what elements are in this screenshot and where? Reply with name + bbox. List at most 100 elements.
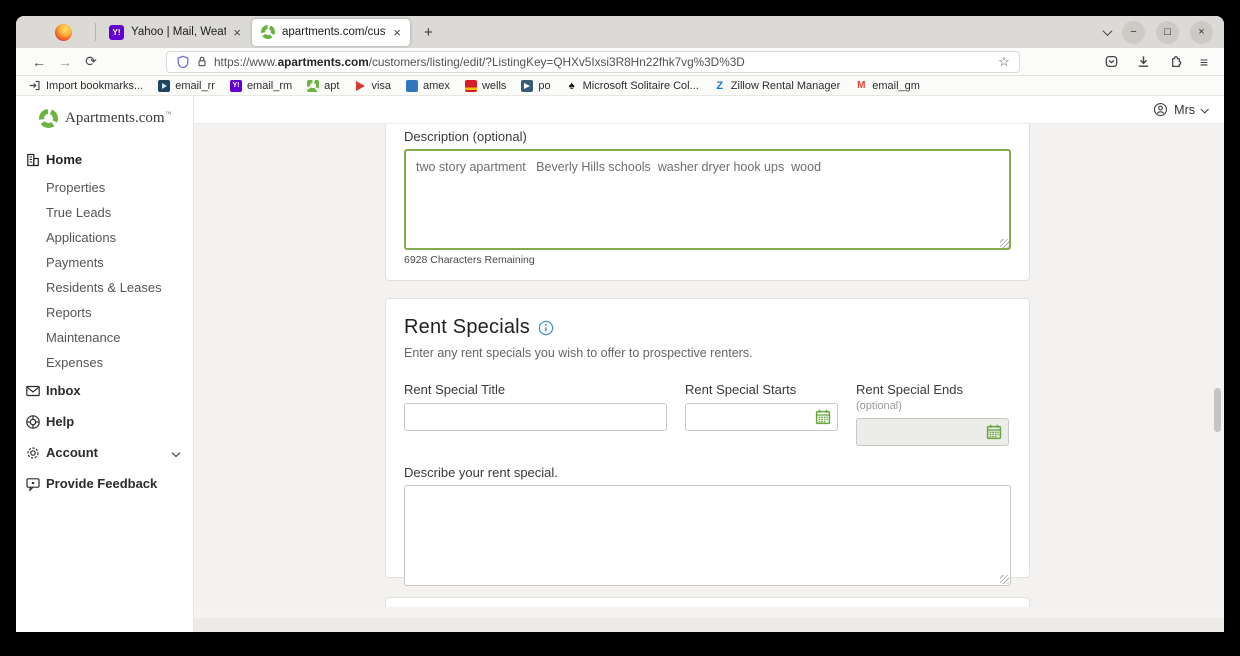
maximize-button[interactable]: ☐ xyxy=(1156,21,1179,44)
vertical-scrollbar[interactable] xyxy=(1214,388,1221,432)
bookmark-email-rr[interactable]: email_rr xyxy=(158,80,215,92)
sidebar-item-provide-feedback[interactable]: Provide Feedback xyxy=(16,468,193,499)
firefox-icon[interactable] xyxy=(55,24,72,41)
apartments-favicon xyxy=(307,80,319,92)
sidebar-item-help[interactable]: Help xyxy=(16,406,193,437)
bookmark-wells[interactable]: wells xyxy=(465,80,506,92)
chevron-down-icon[interactable] xyxy=(172,448,180,456)
sidebar-item-inbox[interactable]: Inbox xyxy=(16,375,193,406)
sidebar-item-applications[interactable]: Applications xyxy=(16,225,193,250)
life-ring-icon xyxy=(25,414,41,430)
bookmarks-bar: Import bookmarks... email_rr Y! email_rm… xyxy=(16,76,1224,96)
rent-special-title-input[interactable] xyxy=(404,403,667,431)
downloads-icon[interactable] xyxy=(1136,54,1151,69)
yahoo-favicon: Y! xyxy=(230,80,242,92)
user-avatar-icon xyxy=(1153,102,1168,117)
description-label: Description (optional) xyxy=(404,129,1011,144)
browser-window: Y! Yahoo | Mail, Weather, Se × apartment… xyxy=(16,16,1224,632)
rent-specials-title: Rent Specials xyxy=(404,316,530,339)
tab-close-icon[interactable]: × xyxy=(233,25,241,40)
wells-favicon xyxy=(465,80,477,92)
resize-handle[interactable] xyxy=(1000,575,1009,584)
page-content: Description (optional) two story apartme… xyxy=(194,124,1224,632)
calendar-icon xyxy=(986,424,1002,440)
characters-remaining: 6928 Characters Remaining xyxy=(404,254,1011,266)
sidebar-item-properties[interactable]: Properties xyxy=(16,175,193,200)
bookmark-zillow[interactable]: Z Zillow Rental Manager xyxy=(714,80,840,92)
amex-favicon xyxy=(406,80,418,92)
extensions-icon[interactable] xyxy=(1168,54,1183,69)
building-icon xyxy=(25,152,41,168)
sidebar-item-account[interactable]: Account xyxy=(16,437,193,468)
app-header: Mrs xyxy=(194,96,1224,124)
gear-icon xyxy=(25,445,41,461)
sidebar-item-true-leads[interactable]: True Leads xyxy=(16,200,193,225)
tab-close-icon[interactable]: × xyxy=(393,25,401,40)
description-textarea[interactable]: two story apartment Beverly Hills school… xyxy=(404,149,1011,250)
description-card: Description (optional) two story apartme… xyxy=(385,124,1030,281)
user-menu-label[interactable]: Mrs xyxy=(1174,103,1195,117)
url-text: https://www.apartments.com/customers/lis… xyxy=(214,55,745,69)
info-icon[interactable] xyxy=(538,320,554,336)
reload-button[interactable]: ⟳ xyxy=(78,53,104,70)
bookmark-apt[interactable]: apt xyxy=(307,80,339,92)
tab-label: apartments.com/customers xyxy=(282,26,386,38)
sidebar-item-maintenance[interactable]: Maintenance xyxy=(16,325,193,350)
solitaire-favicon: ♠ xyxy=(566,80,578,92)
visa-favicon xyxy=(354,80,366,92)
bookmark-email-rm[interactable]: Y! email_rm xyxy=(230,80,292,92)
rent-special-ends-label: Rent Special Ends (optional) xyxy=(856,382,1009,412)
bookmark-email-gm[interactable]: M email_gm xyxy=(855,80,920,92)
list-all-tabs-icon[interactable] xyxy=(1103,26,1113,36)
apartments-logo[interactable]: Apartments.com™ xyxy=(16,96,193,128)
rent-special-title-label: Rent Special Title xyxy=(404,382,667,397)
bottom-band xyxy=(194,618,1224,632)
bookmark-visa[interactable]: visa xyxy=(354,80,391,92)
tracking-shield-icon[interactable] xyxy=(176,55,190,69)
bookmark-solitaire[interactable]: ♠ Microsoft Solitaire Col... xyxy=(566,80,699,92)
gmail-favicon: M xyxy=(855,80,867,92)
bottom-band xyxy=(194,607,1224,618)
usps-favicon xyxy=(521,80,533,92)
menu-icon[interactable]: ≡ xyxy=(1200,54,1208,70)
nav-toolbar: ← → ⟳ https://www.apartments.com/custome… xyxy=(16,48,1224,76)
rent-special-starts-label: Rent Special Starts xyxy=(685,382,838,397)
tab-strip: Y! Yahoo | Mail, Weather, Se × apartment… xyxy=(16,16,1224,48)
chevron-down-icon[interactable] xyxy=(1200,105,1208,113)
rent-special-description-textarea[interactable] xyxy=(404,485,1011,586)
sidebar-nav: Home Properties True Leads Applications … xyxy=(16,144,193,499)
import-icon xyxy=(28,79,41,92)
sidebar-item-reports[interactable]: Reports xyxy=(16,300,193,325)
sidebar-item-residents-leases[interactable]: Residents & Leases xyxy=(16,275,193,300)
sidebar-item-expenses[interactable]: Expenses xyxy=(16,350,193,375)
apartments-logo-icon xyxy=(39,109,58,128)
tab-separator xyxy=(95,23,96,41)
minimize-button[interactable]: − xyxy=(1122,21,1145,44)
describe-rent-special-label: Describe your rent special. xyxy=(404,465,1011,480)
bookmark-amex[interactable]: amex xyxy=(406,80,450,92)
email-rr-favicon xyxy=(158,80,170,92)
rent-specials-card: Rent Specials Enter any rent specials yo… xyxy=(385,298,1030,578)
new-tab-button[interactable]: + xyxy=(412,24,445,41)
sidebar: Apartments.com™ Home Properties True Lea… xyxy=(16,96,194,632)
pocket-icon[interactable] xyxy=(1104,54,1119,69)
back-button[interactable]: ← xyxy=(26,54,52,70)
bookmark-import[interactable]: Import bookmarks... xyxy=(28,79,143,92)
forward-button[interactable]: → xyxy=(52,54,78,70)
sidebar-item-payments[interactable]: Payments xyxy=(16,250,193,275)
sidebar-item-home[interactable]: Home xyxy=(16,144,193,175)
zillow-favicon: Z xyxy=(714,80,726,92)
brand-name: Apartments.com™ xyxy=(65,110,171,127)
bookmark-po[interactable]: po xyxy=(521,80,550,92)
resize-handle[interactable] xyxy=(1000,239,1009,248)
close-button[interactable]: × xyxy=(1190,21,1213,44)
url-bar[interactable]: https://www.apartments.com/customers/lis… xyxy=(166,51,1020,73)
yahoo-favicon: Y! xyxy=(109,25,124,40)
tab-yahoo[interactable]: Y! Yahoo | Mail, Weather, Se × xyxy=(100,16,250,48)
bookmark-star-icon[interactable]: ☆ xyxy=(998,54,1010,70)
apartments-favicon xyxy=(261,25,275,39)
tab-apartments[interactable]: apartments.com/customers × xyxy=(252,19,410,46)
feedback-bubble-icon xyxy=(25,476,41,492)
calendar-icon[interactable] xyxy=(815,409,831,425)
lock-icon[interactable] xyxy=(196,55,208,68)
